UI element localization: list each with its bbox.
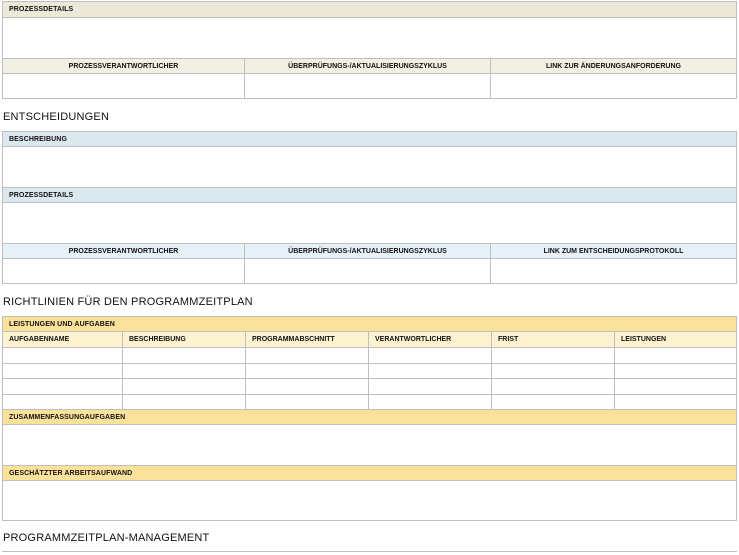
process-details-column-headers: PROZESSVERANTWORTLICHER ÜBERPRÜFUNGS-/AK… <box>3 59 736 74</box>
column-header-review-cycle: ÜBERPRÜFUNGS-/AKTUALISIERUNGSZYKLUS <box>245 59 491 74</box>
column-header-process-owner: PROZESSVERANTWORTLICHER <box>3 59 245 74</box>
review-cycle-cell[interactable] <box>245 74 491 98</box>
table-cell[interactable] <box>246 364 369 379</box>
table-cell[interactable] <box>246 395 369 410</box>
process-details-value-row <box>3 74 736 98</box>
table-cell[interactable] <box>123 379 246 395</box>
table-cell[interactable] <box>369 395 492 410</box>
decision-process-details-label: PROZESSDETAILS <box>9 191 74 199</box>
decisions-section: BESCHREIBUNG PROZESSDETAILS PROZESSVERAN… <box>2 131 737 284</box>
table-row <box>3 379 736 395</box>
estimated-effort-label: GESCHÄTZTER ARBEITSAUFWAND <box>9 469 133 477</box>
table-cell[interactable] <box>123 348 246 364</box>
decision-process-details-header: PROZESSDETAILS <box>3 188 736 203</box>
process-details-header-label: PROZESSDETAILS <box>9 6 74 13</box>
column-header-task-name: AUFGABENNAME <box>3 332 123 348</box>
column-header-deadline: FRIST <box>492 332 615 348</box>
table-row <box>3 348 736 364</box>
table-cell[interactable] <box>369 348 492 364</box>
summary-tasks-header: ZUSAMMENFASSUNGAUFGABEN <box>3 410 736 425</box>
table-cell[interactable] <box>615 379 736 395</box>
tasks-header: LEISTUNGEN UND AUFGABEN <box>3 317 736 332</box>
table-cell[interactable] <box>246 379 369 395</box>
table-cell[interactable] <box>615 364 736 379</box>
table-cell[interactable] <box>3 395 123 410</box>
table-cell[interactable] <box>123 395 246 410</box>
process-owner-cell[interactable] <box>3 259 245 283</box>
estimated-effort-field[interactable] <box>3 481 736 520</box>
table-cell[interactable] <box>3 364 123 379</box>
decision-column-headers: PROZESSVERANTWORTLICHER ÜBERPRÜFUNGS-/AK… <box>3 244 736 259</box>
process-details-header: PROZESSDETAILS <box>3 2 736 18</box>
decisions-title: ENTSCHEIDUNGEN <box>3 111 110 123</box>
table-row <box>3 395 736 410</box>
decision-log-link-cell[interactable] <box>491 259 736 283</box>
column-header-deliverables: LEISTUNGEN <box>615 332 736 348</box>
column-header-change-request-link: LINK ZUR ÄNDERUNGSANFORDERUNG <box>491 59 736 74</box>
table-cell[interactable] <box>369 379 492 395</box>
change-request-link-cell[interactable] <box>491 74 736 98</box>
column-header-responsible: VERANTWORTLICHER <box>369 332 492 348</box>
decision-process-details-field[interactable] <box>3 203 736 244</box>
table-cell[interactable] <box>123 364 246 379</box>
summary-tasks-field[interactable] <box>3 425 736 466</box>
schedule-guidelines-section: LEISTUNGEN UND AUFGABEN AUFGABENNAME BES… <box>2 316 737 521</box>
table-cell[interactable] <box>3 379 123 395</box>
column-header-description: BESCHREIBUNG <box>123 332 246 348</box>
table-cell[interactable] <box>492 395 615 410</box>
tasks-column-headers: AUFGABENNAME BESCHREIBUNG PROGRAMMABSCHN… <box>3 332 736 348</box>
description-header-label: BESCHREIBUNG <box>9 135 67 143</box>
table-cell[interactable] <box>369 364 492 379</box>
decision-value-row <box>3 259 736 283</box>
description-field[interactable] <box>3 147 736 188</box>
process-details-field[interactable] <box>3 18 736 59</box>
schedule-management-title: PROGRAMMZEITPLAN-MANAGEMENT <box>3 532 210 544</box>
section-divider <box>2 551 737 552</box>
estimated-effort-header: GESCHÄTZTER ARBEITSAUFWAND <box>3 466 736 481</box>
summary-tasks-label: ZUSAMMENFASSUNGAUFGABEN <box>9 413 126 421</box>
table-cell[interactable] <box>615 395 736 410</box>
column-header-review-cycle: ÜBERPRÜFUNGS-/AKTUALISIERUNGSZYKLUS <box>245 244 491 259</box>
table-row <box>3 364 736 379</box>
table-cell[interactable] <box>3 348 123 364</box>
process-owner-cell[interactable] <box>3 74 245 98</box>
column-header-program-section: PROGRAMMABSCHNITT <box>246 332 369 348</box>
table-cell[interactable] <box>492 348 615 364</box>
process-details-section-top: PROZESSDETAILS PROZESSVERANTWORTLICHER Ü… <box>2 1 737 99</box>
table-cell[interactable] <box>492 379 615 395</box>
schedule-guidelines-title: RICHTLINIEN FÜR DEN PROGRAMMZEITPLAN <box>3 296 253 308</box>
review-cycle-cell[interactable] <box>245 259 491 283</box>
table-cell[interactable] <box>615 348 736 364</box>
column-header-process-owner: PROZESSVERANTWORTLICHER <box>3 244 245 259</box>
tasks-header-label: LEISTUNGEN UND AUFGABEN <box>9 320 115 328</box>
column-header-decision-log-link: LINK ZUM ENTSCHEIDUNGSPROTOKOLL <box>491 244 736 259</box>
table-cell[interactable] <box>492 364 615 379</box>
table-cell[interactable] <box>246 348 369 364</box>
description-header: BESCHREIBUNG <box>3 132 736 147</box>
